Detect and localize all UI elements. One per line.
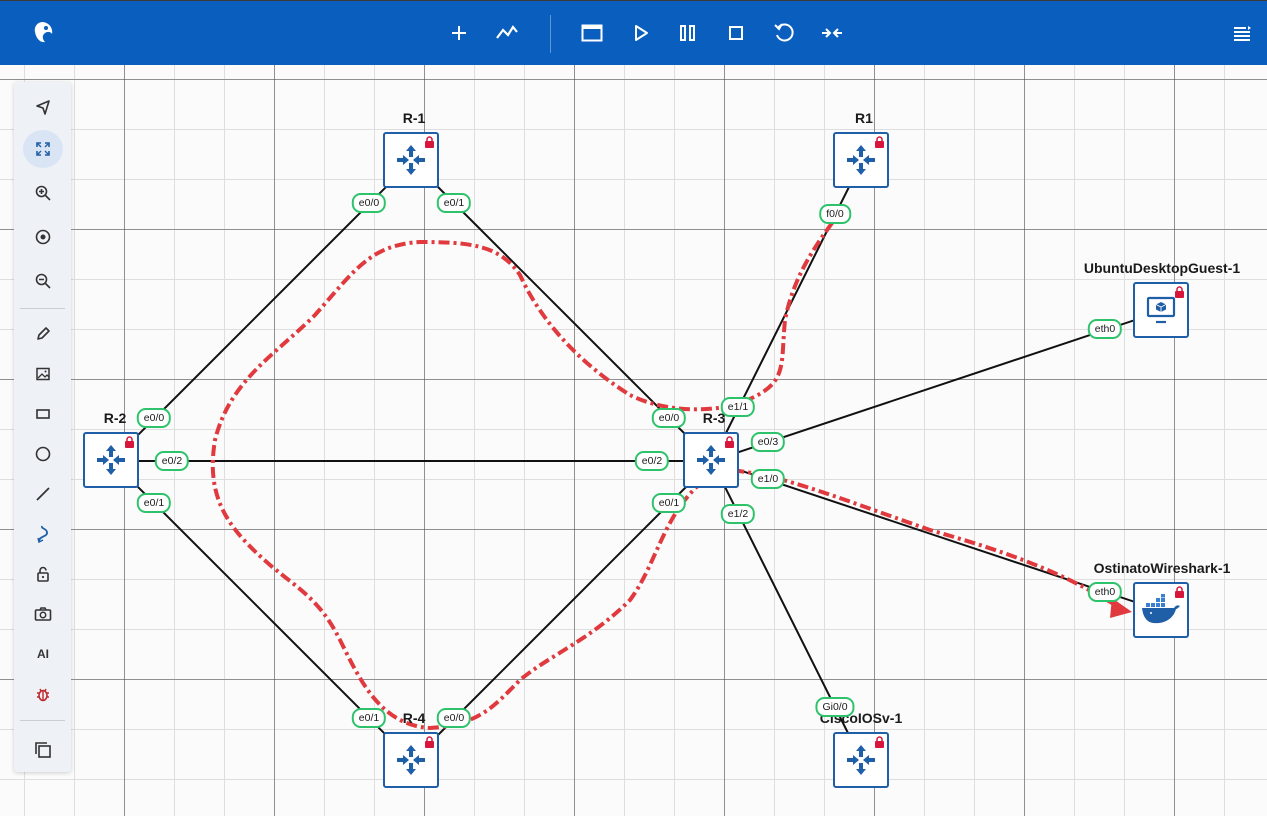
interface-badge[interactable]: e0/0 bbox=[136, 408, 172, 428]
lock-badge-icon bbox=[425, 136, 434, 148]
router-icon bbox=[397, 145, 425, 175]
zoom-out-icon[interactable] bbox=[23, 262, 63, 300]
docker-node-ostinato[interactable] bbox=[1133, 582, 1189, 638]
router-node-r-2[interactable] bbox=[83, 432, 139, 488]
interface-badge[interactable]: Gi0/0 bbox=[815, 697, 855, 717]
camera-icon[interactable] bbox=[23, 595, 63, 633]
lock-badge-icon bbox=[425, 736, 434, 748]
interface-badge[interactable]: e0/1 bbox=[436, 193, 472, 213]
lock-badge-icon bbox=[1175, 286, 1184, 298]
node-label-ostinato: OstinatoWireshark-1 bbox=[1093, 560, 1231, 576]
lock-badge-icon bbox=[725, 436, 734, 448]
docker-icon bbox=[1142, 594, 1180, 624]
lock-badge-icon bbox=[875, 136, 884, 148]
lock-badge-icon bbox=[125, 436, 134, 448]
curve-icon[interactable] bbox=[23, 515, 63, 553]
node-label-r-2: R-2 bbox=[103, 410, 127, 426]
router-node-cisco-iosv[interactable] bbox=[833, 732, 889, 788]
interface-badge[interactable]: e0/2 bbox=[154, 451, 190, 471]
rectangle-icon[interactable] bbox=[23, 395, 63, 433]
router-node-r-1[interactable] bbox=[383, 132, 439, 188]
node-label-r-1: R-1 bbox=[402, 110, 426, 126]
interface-badge[interactable]: e0/1 bbox=[651, 493, 687, 513]
interface-badge[interactable]: eth0 bbox=[1087, 319, 1123, 339]
ai-button[interactable]: AI bbox=[23, 635, 63, 673]
node-label-r-4: R-4 bbox=[402, 710, 426, 726]
router-icon bbox=[697, 445, 725, 475]
router-icon bbox=[847, 745, 875, 775]
interface-badge[interactable]: e1/2 bbox=[720, 504, 756, 524]
topology-links bbox=[111, 160, 1163, 762]
image-icon[interactable] bbox=[23, 355, 63, 393]
router-node-r1[interactable] bbox=[833, 132, 889, 188]
lock-icon[interactable] bbox=[23, 555, 63, 593]
lock-badge-icon bbox=[1175, 586, 1184, 598]
router-node-r-4[interactable] bbox=[383, 732, 439, 788]
center-view-icon[interactable] bbox=[23, 218, 63, 256]
router-icon bbox=[397, 745, 425, 775]
bug-icon[interactable] bbox=[23, 675, 63, 713]
pointer-icon[interactable] bbox=[23, 88, 63, 126]
ellipse-icon[interactable] bbox=[23, 435, 63, 473]
interface-badge[interactable]: e1/0 bbox=[750, 469, 786, 489]
interface-badge[interactable]: e1/1 bbox=[720, 397, 756, 417]
interface-badge[interactable]: e0/3 bbox=[750, 432, 786, 452]
fit-to-screen-icon[interactable] bbox=[23, 130, 63, 168]
ai-label: AI bbox=[37, 647, 49, 661]
desktop-icon bbox=[1146, 296, 1176, 324]
node-label-ubuntu: UbuntuDesktopGuest-1 bbox=[1083, 260, 1241, 276]
interface-badge[interactable]: e0/1 bbox=[136, 493, 172, 513]
router-node-r-3[interactable] bbox=[683, 432, 739, 488]
pen-icon[interactable] bbox=[23, 315, 63, 353]
interface-badge[interactable]: e0/2 bbox=[634, 451, 670, 471]
desktop-node-ubuntu[interactable] bbox=[1133, 282, 1189, 338]
interface-badge[interactable]: e0/0 bbox=[436, 708, 472, 728]
copy-icon[interactable] bbox=[23, 731, 63, 769]
interface-badge[interactable]: f0/0 bbox=[819, 204, 851, 224]
node-label-r1: R1 bbox=[855, 110, 873, 126]
lock-badge-icon bbox=[875, 736, 884, 748]
interface-badge[interactable]: e0/0 bbox=[351, 193, 387, 213]
toolbox-divider bbox=[20, 720, 65, 721]
interface-badge[interactable]: eth0 bbox=[1087, 582, 1123, 602]
interface-badge[interactable]: e0/1 bbox=[351, 708, 387, 728]
router-icon bbox=[97, 445, 125, 475]
interface-badge[interactable]: e0/0 bbox=[651, 408, 687, 428]
drawing-toolbox: AI bbox=[14, 82, 71, 772]
zoom-in-icon[interactable] bbox=[23, 174, 63, 212]
router-icon bbox=[847, 145, 875, 175]
toolbox-divider bbox=[20, 308, 65, 309]
line-icon[interactable] bbox=[23, 475, 63, 513]
